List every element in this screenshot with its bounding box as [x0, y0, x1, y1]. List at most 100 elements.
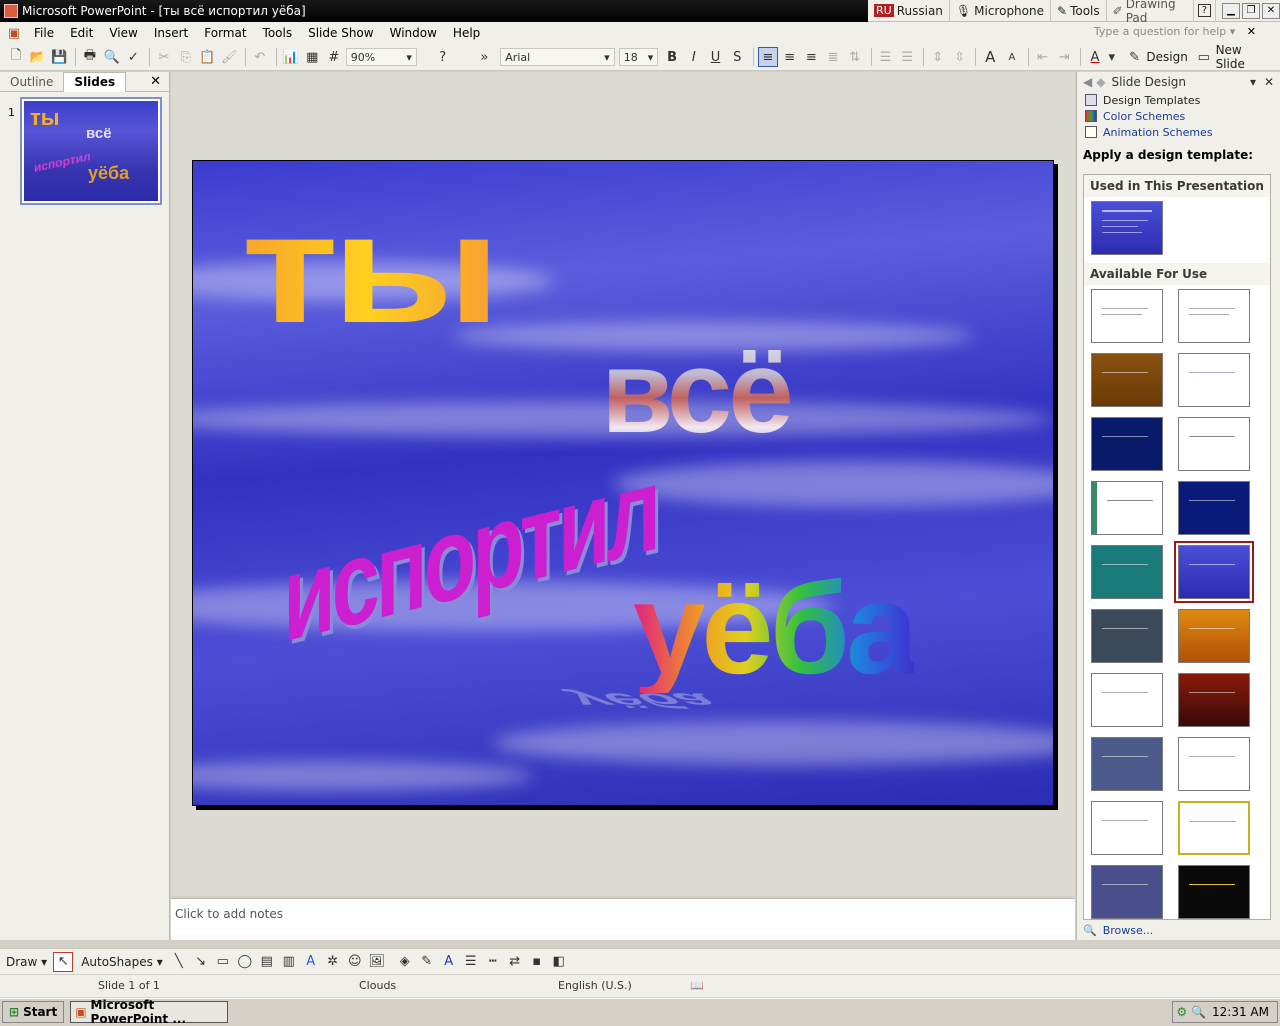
cut-icon[interactable]: ✂: [154, 47, 174, 67]
menu-tools[interactable]: Tools: [255, 26, 301, 40]
template-thumb[interactable]: [1091, 737, 1163, 791]
design-templates-link[interactable]: Design Templates: [1077, 92, 1280, 108]
increase-spacing-icon[interactable]: ⇕: [928, 47, 948, 67]
menu-window[interactable]: Window: [382, 26, 445, 40]
langbar-help-button[interactable]: ?: [1194, 0, 1216, 22]
undo-icon[interactable]: ↶: [250, 47, 270, 67]
new-slide-icon[interactable]: ▭: [1194, 47, 1214, 67]
wordart-ty[interactable]: ты: [241, 191, 502, 347]
zoom-combo[interactable]: 90% ▾: [345, 48, 417, 66]
microphone-button[interactable]: 🎙 Microphone: [950, 0, 1051, 22]
decrease-indent-icon[interactable]: ⇤: [1033, 47, 1053, 67]
grow-font-icon[interactable]: A: [980, 47, 1000, 67]
italic-icon[interactable]: I: [684, 47, 704, 67]
grid-icon[interactable]: #: [324, 47, 344, 67]
template-clouds-used[interactable]: [1091, 201, 1163, 255]
powerpoint-app-icon[interactable]: [4, 4, 18, 18]
copy-icon[interactable]: ⎘: [176, 47, 196, 67]
template-thumb[interactable]: [1178, 417, 1250, 471]
slide-canvas[interactable]: ты всё испортил уёба уёба: [192, 160, 1054, 806]
clipart-icon[interactable]: ☺: [345, 952, 365, 972]
paste-icon[interactable]: 📋: [198, 47, 218, 67]
wordart-vsyo[interactable]: всё: [601, 333, 794, 451]
template-thumb[interactable]: [1178, 673, 1250, 727]
template-thumb[interactable]: [1091, 353, 1163, 407]
font-size-combo[interactable]: 18 ▾: [618, 48, 659, 66]
forward-arrow-icon[interactable]: ◆: [1096, 75, 1105, 89]
menu-format[interactable]: Format: [196, 26, 254, 40]
menu-help[interactable]: Help: [445, 26, 488, 40]
back-arrow-icon[interactable]: ◀: [1083, 75, 1092, 89]
draw-menu[interactable]: Draw ▾: [6, 955, 47, 969]
save-icon[interactable]: 💾: [49, 47, 69, 67]
design-button[interactable]: Design: [1146, 50, 1187, 64]
text-direction-icon[interactable]: ⇅: [845, 47, 865, 67]
diagram-icon[interactable]: ✲: [323, 952, 343, 972]
notes-pane[interactable]: Click to add notes: [171, 898, 1075, 940]
tools-button[interactable]: ✎ Tools: [1051, 0, 1107, 22]
shadow-style-icon[interactable]: ▪: [527, 952, 547, 972]
vertical-textbox-icon[interactable]: ▥: [279, 952, 299, 972]
color-schemes-link[interactable]: Color Schemes: [1077, 108, 1280, 124]
template-thumb[interactable]: [1091, 289, 1163, 343]
line-color-icon[interactable]: ✎: [417, 952, 437, 972]
increase-indent-icon[interactable]: ⇥: [1054, 47, 1074, 67]
menu-insert[interactable]: Insert: [146, 26, 196, 40]
template-thumb[interactable]: [1091, 545, 1163, 599]
template-thumb[interactable]: [1091, 417, 1163, 471]
design-icon[interactable]: ✎: [1125, 47, 1145, 67]
network-icon[interactable]: ⚙: [1176, 1005, 1187, 1019]
chevron-down-icon[interactable]: ▾: [1107, 47, 1117, 67]
picture-icon[interactable]: 🖼: [367, 952, 387, 972]
spelling-icon[interactable]: ✓: [124, 47, 144, 67]
font-combo[interactable]: Arial ▾: [500, 48, 615, 66]
bullets-icon[interactable]: ☰: [897, 47, 917, 67]
close-doc-icon[interactable]: ✕: [1247, 25, 1256, 38]
3d-style-icon[interactable]: ◧: [549, 952, 569, 972]
insert-table-icon[interactable]: ▦: [302, 47, 322, 67]
template-thumb[interactable]: [1091, 609, 1163, 663]
close-icon[interactable]: ✕: [1264, 75, 1274, 89]
menu-edit[interactable]: Edit: [62, 26, 101, 40]
template-thumb-selected[interactable]: [1174, 541, 1254, 603]
font-color-icon[interactable]: A: [1085, 47, 1105, 67]
line-style-icon[interactable]: ☰: [461, 952, 481, 972]
taskbar-powerpoint[interactable]: ▣ Microsoft PowerPoint ...: [70, 998, 229, 1026]
arrow-icon[interactable]: ↘: [191, 952, 211, 972]
fill-color-icon[interactable]: ◈: [395, 952, 415, 972]
line-icon[interactable]: ╲: [169, 952, 189, 972]
close-button[interactable]: ✕: [1262, 2, 1280, 19]
start-button[interactable]: ⊞ Start: [2, 1000, 65, 1023]
template-thumb[interactable]: [1178, 289, 1250, 343]
rectangle-icon[interactable]: ▭: [213, 952, 233, 972]
template-thumb[interactable]: [1178, 609, 1250, 663]
print-icon[interactable]: 🖶: [80, 47, 100, 67]
drawing-pad-button[interactable]: ✐ Drawing Pad: [1107, 0, 1194, 25]
close-icon[interactable]: ✕: [150, 74, 161, 89]
tab-outline[interactable]: Outline: [0, 72, 63, 92]
template-thumb[interactable]: [1178, 353, 1250, 407]
template-thumb[interactable]: [1178, 865, 1250, 919]
tab-slides[interactable]: Slides: [63, 71, 127, 92]
justify-icon[interactable]: ≣: [823, 47, 843, 67]
numbering-icon[interactable]: ☰: [876, 47, 896, 67]
decrease-spacing-icon[interactable]: ⇳: [950, 47, 970, 67]
oval-icon[interactable]: ◯: [235, 952, 255, 972]
dash-style-icon[interactable]: ┅: [483, 952, 503, 972]
slide-thumbnail[interactable]: ты всё испортил уёба: [20, 97, 162, 205]
wordart-icon[interactable]: A: [301, 952, 321, 972]
language-button[interactable]: RU Russian: [868, 0, 950, 22]
select-objects-icon[interactable]: ↖: [53, 951, 74, 972]
template-thumb[interactable]: [1091, 481, 1163, 535]
shrink-font-icon[interactable]: A: [1002, 47, 1022, 67]
menu-slide-show[interactable]: Slide Show: [300, 26, 381, 40]
template-thumb[interactable]: [1091, 865, 1163, 919]
template-thumb[interactable]: [1178, 801, 1250, 855]
template-thumb[interactable]: [1178, 481, 1250, 535]
new-icon[interactable]: 🗋: [6, 47, 26, 67]
search-icon[interactable]: 🔍: [1191, 1005, 1206, 1019]
wordart-uyoba[interactable]: уёба: [633, 563, 918, 693]
template-thumb[interactable]: [1091, 673, 1163, 727]
menu-file[interactable]: File: [26, 26, 62, 40]
template-thumb[interactable]: [1178, 737, 1250, 791]
